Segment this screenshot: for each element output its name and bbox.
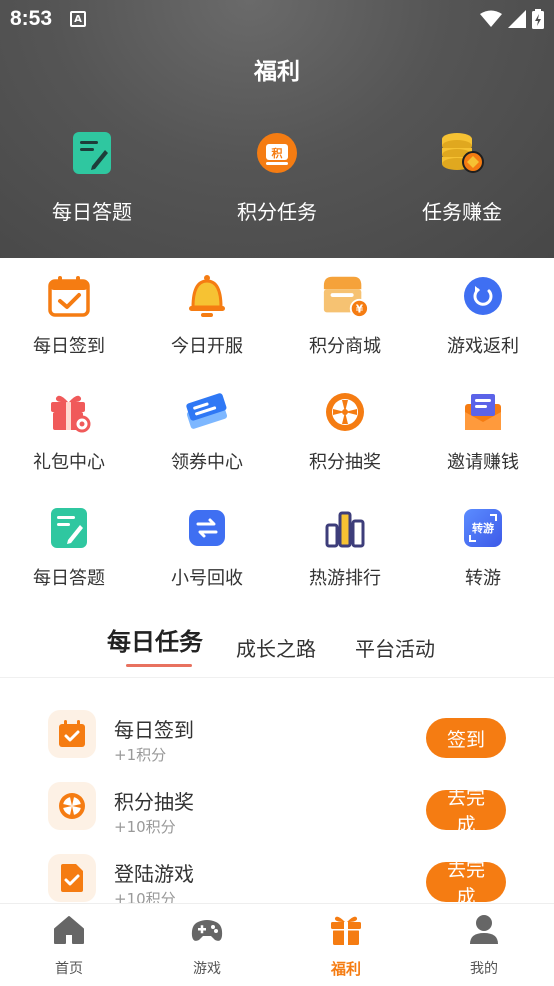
grid-item-points-lottery[interactable]: 积分抽奖	[276, 388, 414, 474]
grid-item-label: 积分商城	[309, 336, 381, 357]
tab-growth-path[interactable]: 成长之路	[236, 633, 316, 662]
svg-text:积: 积	[272, 146, 283, 160]
nav-home[interactable]: 首页	[29, 912, 109, 978]
document-check-icon	[48, 854, 96, 902]
top-features: 每日答题 积 积分任务 任务赚金	[0, 128, 554, 238]
invite-icon	[459, 388, 507, 436]
recycle-icon	[183, 504, 231, 552]
home-icon	[51, 912, 87, 948]
svg-text:转游: 转游	[472, 521, 494, 535]
tab-daily-tasks[interactable]: 每日任务	[107, 622, 203, 657]
gamepad-icon	[189, 912, 225, 948]
grid-item-points-shop[interactable]: ¥ 积分商城	[276, 272, 414, 358]
task-row: 登陆游戏 +10积分 去完成	[0, 844, 554, 908]
notification-icon: A	[70, 11, 87, 27]
task-row: 每日签到 +1积分 签到	[0, 700, 554, 764]
battery-icon	[532, 9, 544, 29]
bottom-nav: 首页 游戏 福利 我的	[0, 903, 554, 986]
nav-label: 我的	[470, 961, 498, 977]
header: 8:53 A 福利 每日答题 积 积分任务 任务赚金	[0, 0, 554, 258]
tab-underline	[126, 664, 192, 667]
grid-item-hot-ranking[interactable]: 热游排行	[276, 504, 414, 590]
grid-item-label: 热游排行	[309, 568, 381, 589]
grid-item-label: 邀请赚钱	[447, 452, 519, 473]
top-feature-daily-quiz[interactable]: 每日答题	[12, 128, 172, 225]
page-title: 福利	[254, 59, 300, 85]
grid-item-gift-center[interactable]: 礼包中心	[0, 388, 138, 474]
gift-icon	[328, 912, 364, 948]
grid-item-label: 小号回收	[171, 568, 243, 589]
task-title: 每日签到	[114, 718, 194, 742]
grid-item-server-open[interactable]: 今日开服	[138, 272, 276, 358]
nav-label: 福利	[330, 960, 361, 978]
wheel-icon	[321, 388, 369, 436]
wifi-icon	[480, 10, 502, 27]
grid-item-transfer[interactable]: 转游 转游	[414, 504, 552, 590]
shop-icon: ¥	[321, 272, 369, 320]
top-feature-label: 每日答题	[52, 200, 132, 224]
task-title: 积分抽奖	[114, 790, 194, 814]
user-icon	[466, 912, 502, 948]
nav-label: 首页	[55, 961, 83, 977]
task-reward: +1积分	[114, 746, 167, 764]
top-feature-label: 积分任务	[237, 200, 317, 224]
tab-platform-events[interactable]: 平台活动	[355, 633, 435, 662]
grid-item-label: 游戏返利	[447, 336, 519, 357]
transfer-icon: 转游	[459, 504, 507, 552]
task-tabs: 每日任务 成长之路 平台活动	[0, 625, 554, 675]
wheel-icon	[48, 782, 96, 830]
grid-item-invite-earn[interactable]: 邀请赚钱	[414, 388, 552, 474]
signal-icon	[508, 10, 526, 28]
nav-profile[interactable]: 我的	[444, 912, 524, 978]
grid-item-daily-checkin[interactable]: 每日签到	[0, 272, 138, 358]
grid-item-label: 转游	[465, 568, 501, 589]
calendar-check-icon	[45, 272, 93, 320]
grid-item-label: 礼包中心	[33, 452, 105, 473]
grid-item-label: 每日签到	[33, 336, 105, 357]
gift-icon	[45, 388, 93, 436]
go-complete-button[interactable]: 去完成	[426, 788, 506, 836]
grid-item-label: 积分抽奖	[309, 452, 381, 473]
top-feature-points-task[interactable]: 积 积分任务	[197, 128, 357, 225]
grid-item-account-recycle[interactable]: 小号回收	[138, 504, 276, 590]
rebate-icon	[459, 272, 507, 320]
coupon-icon	[183, 388, 231, 436]
bell-icon	[183, 272, 231, 320]
nav-welfare[interactable]: 福利	[306, 912, 386, 979]
status-icons	[480, 9, 544, 29]
grid-item-label: 每日答题	[33, 568, 105, 589]
grid-item-label: 领券中心	[171, 452, 243, 473]
quiz-icon	[45, 504, 93, 552]
ranking-icon	[321, 504, 369, 552]
task-title: 登陆游戏	[114, 862, 194, 886]
status-bar: 8:53 A	[0, 0, 554, 38]
nav-games[interactable]: 游戏	[167, 912, 247, 978]
grid-item-label: 今日开服	[171, 336, 243, 357]
coins-icon	[437, 128, 487, 178]
points-task-icon: 积	[252, 128, 302, 178]
checkin-button[interactable]: 签到	[426, 718, 506, 758]
svg-text:¥: ¥	[356, 303, 364, 315]
status-time: 8:53	[10, 7, 53, 30]
nav-label: 游戏	[193, 961, 221, 977]
grid-item-game-rebate[interactable]: 游戏返利	[414, 272, 552, 358]
grid-item-coupon-center[interactable]: 领券中心	[138, 388, 276, 474]
divider	[0, 677, 554, 678]
quiz-icon	[67, 128, 117, 178]
calendar-check-icon	[48, 710, 96, 758]
top-feature-earn-gold[interactable]: 任务赚金	[382, 128, 542, 225]
top-feature-label: 任务赚金	[422, 200, 502, 224]
go-complete-button[interactable]: 去完成	[426, 860, 506, 908]
task-reward: +10积分	[114, 818, 176, 836]
task-row: 积分抽奖 +10积分 去完成	[0, 772, 554, 836]
grid-item-daily-quiz[interactable]: 每日答题	[0, 504, 138, 590]
